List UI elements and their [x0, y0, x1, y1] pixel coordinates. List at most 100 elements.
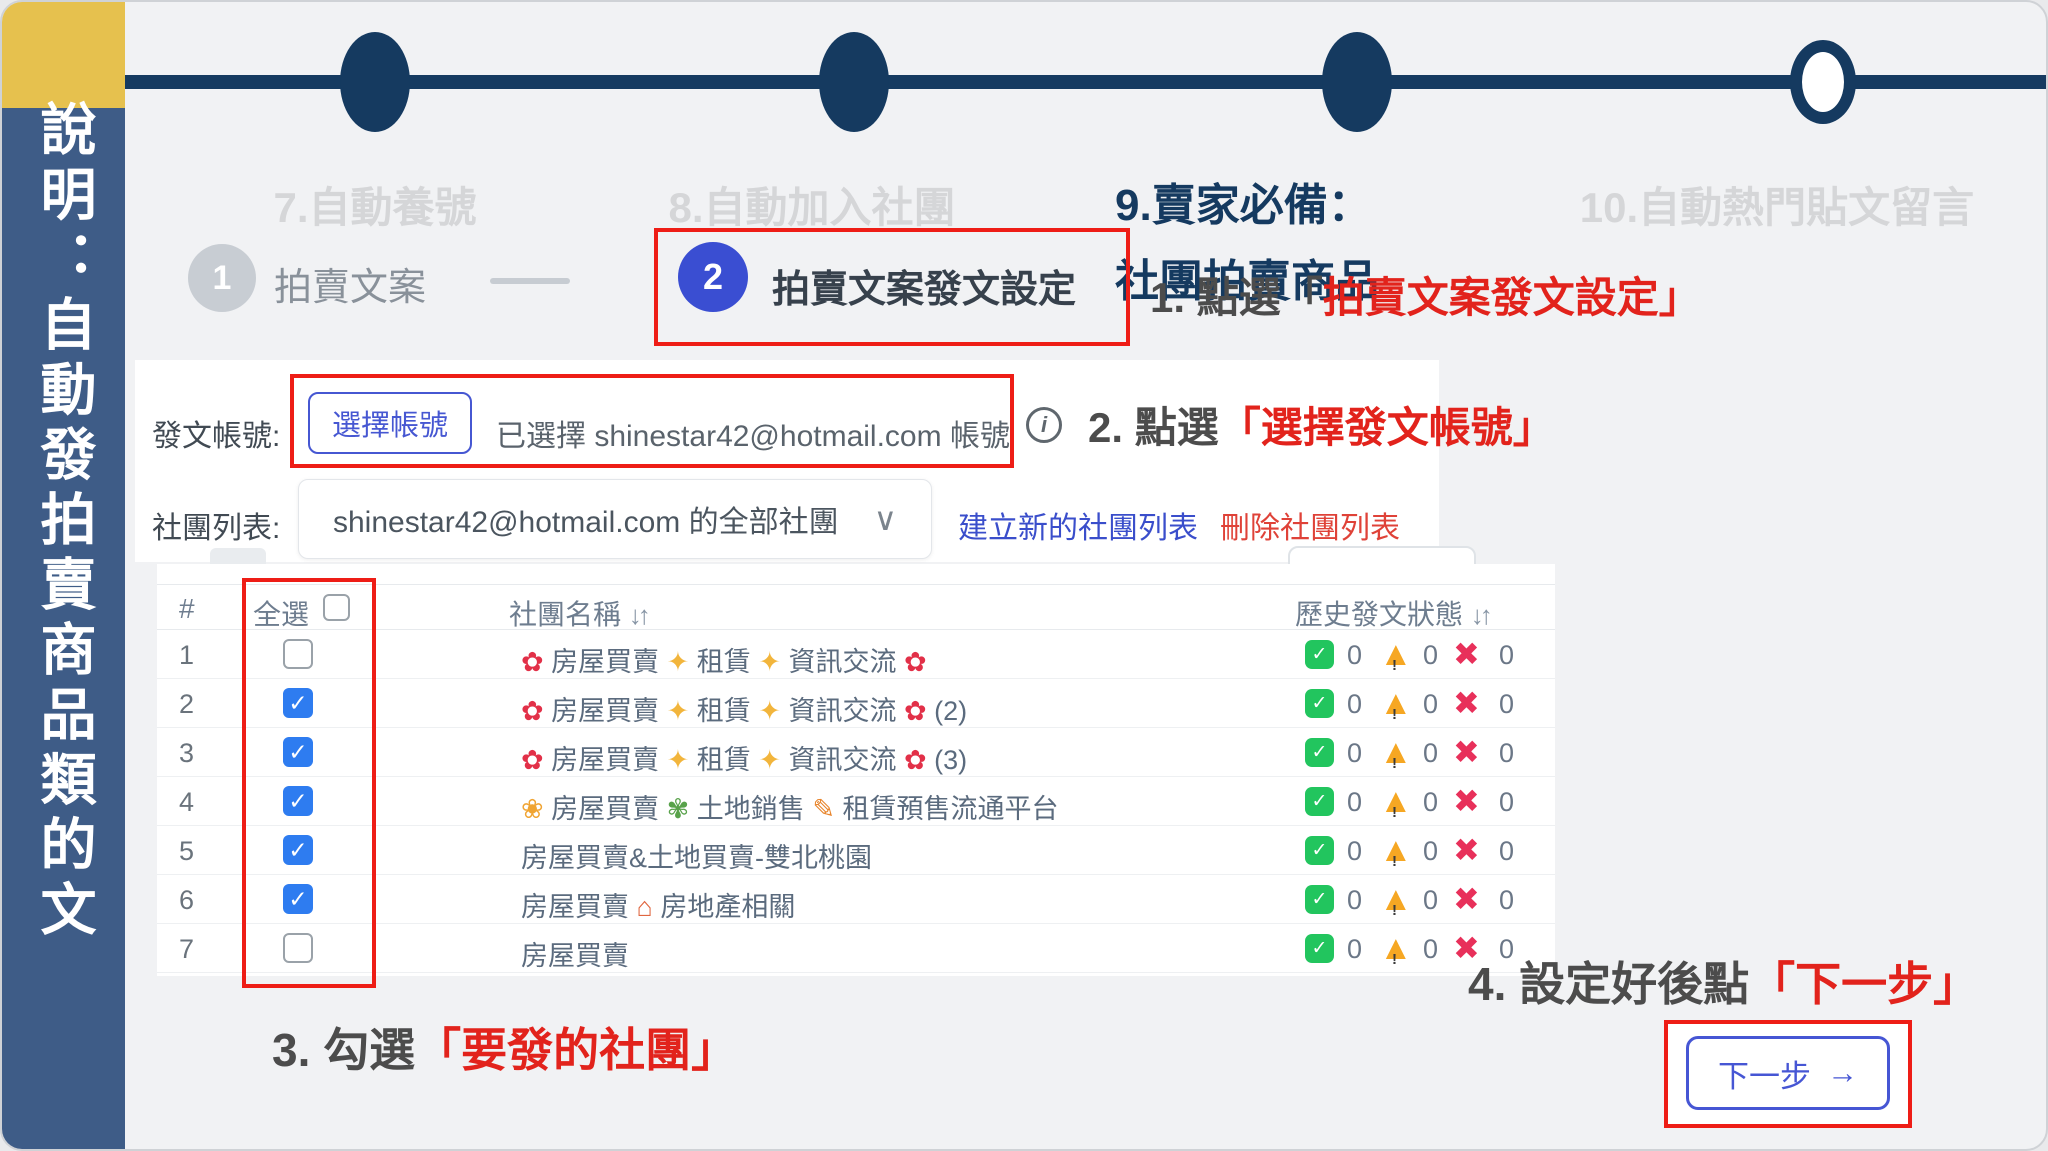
- group-name[interactable]: 房屋買賣 ⌂ 房地產相關: [521, 885, 795, 924]
- success-icon: ✓: [1305, 640, 1334, 669]
- rose-icon: ✿: [904, 745, 927, 775]
- tab-step2-label[interactable]: 拍賣文案發文設定: [772, 258, 1076, 313]
- fail-count: 0: [1499, 885, 1514, 916]
- warning-icon: ▲!: [1379, 879, 1413, 919]
- group-list-dropdown[interactable]: shinestar42@hotmail.com 的全部社團 ∨: [298, 479, 932, 559]
- success-count: 0: [1347, 885, 1362, 916]
- writing-icon: ✎: [812, 794, 835, 824]
- create-list-link[interactable]: 建立新的社團列表: [958, 503, 1198, 547]
- row-index: 2: [179, 689, 194, 720]
- warning-icon: ▲!: [1379, 732, 1413, 772]
- col-index-header: #: [179, 593, 195, 625]
- sparkles-icon: ✦: [667, 647, 690, 677]
- warning-count: 0: [1423, 738, 1438, 769]
- sparkles-icon: ✦: [758, 745, 781, 775]
- tab-step1-label[interactable]: 拍賣文案: [274, 256, 426, 311]
- annotation-1: 1. 點選「拍賣文案發文設定」: [1150, 264, 1701, 325]
- info-icon[interactable]: i: [1026, 407, 1062, 443]
- success-count: 0: [1347, 738, 1362, 769]
- annotation-3: 3. 勾選「要發的社團」: [272, 1014, 737, 1080]
- success-icon: ✓: [1305, 885, 1334, 914]
- delete-list-link[interactable]: 刪除社團列表: [1220, 503, 1400, 547]
- account-label: 發文帳號:: [152, 411, 280, 455]
- fail-count: 0: [1499, 836, 1514, 867]
- warning-icon: ▲!: [1379, 634, 1413, 674]
- highlight-box-checkboxes: [242, 578, 376, 988]
- warning-icon: ▲!: [1379, 781, 1413, 821]
- fail-icon: ✖: [1453, 879, 1480, 919]
- step-label-10: 10.自動熱門貼文留言: [1517, 174, 2037, 235]
- step-dot-7: [340, 32, 410, 132]
- fail-icon: ✖: [1453, 634, 1480, 674]
- tab-step2-circle[interactable]: 2: [678, 242, 748, 312]
- tab-separator: [490, 278, 570, 284]
- fail-icon: ✖: [1453, 830, 1480, 870]
- choose-account-button[interactable]: 選擇帳號: [308, 392, 472, 454]
- group-name[interactable]: ✿ 房屋買賣 ✦ 租賃 ✦ 資訊交流 ✿: [521, 640, 927, 679]
- step-dot-10: [1790, 40, 1856, 124]
- progress-line: [125, 75, 2046, 89]
- group-name[interactable]: 房屋買賣: [521, 934, 629, 973]
- row-index: 6: [179, 885, 194, 916]
- row-index: 4: [179, 787, 194, 818]
- sort-icon: ↓↑: [629, 600, 647, 630]
- warning-count: 0: [1423, 689, 1438, 720]
- col-status-header[interactable]: 歷史發文狀態 ↓↑: [1295, 593, 1489, 633]
- fail-icon: ✖: [1453, 781, 1480, 821]
- annotation-4: 4. 設定好後點「下一步」: [1468, 948, 1979, 1014]
- group-name[interactable]: 房屋買賣&土地買賣-雙北桃園: [521, 836, 872, 875]
- rose-icon: ✿: [904, 696, 927, 726]
- tutorial-slide: 7.自動養號 8.自動加入社團 10.自動熱門貼文留言 9.賣家必備： 社團拍賣…: [0, 0, 2048, 1151]
- warning-icon: ▲!: [1379, 683, 1413, 723]
- rose-icon: ✿: [521, 696, 544, 726]
- house-icon: ⌂: [637, 892, 653, 922]
- row-index: 3: [179, 738, 194, 769]
- sparkles-icon: ✦: [758, 647, 781, 677]
- success-icon: ✓: [1305, 836, 1334, 865]
- warning-count: 0: [1423, 885, 1438, 916]
- step-label-8: 8.自動加入社團: [612, 174, 1012, 235]
- success-count: 0: [1347, 689, 1362, 720]
- rose-icon: ✿: [521, 745, 544, 775]
- annotation-2: 2. 點選「選擇發文帳號」: [1088, 394, 1555, 455]
- group-name[interactable]: ✿ 房屋買賣 ✦ 租賃 ✦ 資訊交流 ✿ (3): [521, 738, 967, 777]
- sprout-icon: ✾: [667, 794, 690, 824]
- tab-step1-number: 1: [213, 259, 232, 298]
- sparkles-icon: ✦: [667, 696, 690, 726]
- sidebar-caption: 說明：自動發拍賣商品類的文: [35, 100, 93, 945]
- sparkles-icon: ✦: [758, 696, 781, 726]
- col-name-header[interactable]: 社團名稱 ↓↑: [509, 593, 647, 633]
- group-list-dropdown-value: shinestar42@hotmail.com 的全部社團: [333, 497, 839, 541]
- fail-icon: ✖: [1453, 683, 1480, 723]
- row-index: 5: [179, 836, 194, 867]
- fail-count: 0: [1499, 738, 1514, 769]
- success-count: 0: [1347, 934, 1362, 965]
- warning-count: 0: [1423, 787, 1438, 818]
- fail-count: 0: [1499, 689, 1514, 720]
- corner-accent: [2, 2, 125, 108]
- warning-icon: ▲!: [1379, 830, 1413, 870]
- arrow-right-icon: →: [1827, 1055, 1858, 1091]
- next-step-label: 下一步: [1718, 1051, 1811, 1096]
- step-dot-9: [1322, 32, 1392, 132]
- warning-icon: ▲!: [1379, 928, 1413, 968]
- success-icon: ✓: [1305, 787, 1334, 816]
- fail-count: 0: [1499, 787, 1514, 818]
- warning-count: 0: [1423, 836, 1438, 867]
- sunflower-icon: ❀: [521, 794, 544, 824]
- fail-count: 0: [1499, 640, 1514, 671]
- exclamation-mark: !: [1392, 940, 1397, 980]
- chevron-down-icon: ∨: [874, 500, 897, 538]
- rose-icon: ✿: [904, 647, 927, 677]
- tab-step2-number: 2: [703, 256, 723, 298]
- group-name[interactable]: ❀ 房屋買賣 ✾ 土地銷售 ✎ 租賃預售流通平台: [521, 787, 1058, 826]
- row-index: 1: [179, 640, 194, 671]
- sort-icon: ↓↑: [1471, 600, 1489, 630]
- warning-count: 0: [1423, 934, 1438, 965]
- group-name[interactable]: ✿ 房屋買賣 ✦ 租賃 ✦ 資訊交流 ✿ (2): [521, 689, 967, 728]
- fail-icon: ✖: [1453, 732, 1480, 772]
- tab-step1-circle[interactable]: 1: [188, 244, 256, 312]
- sparkles-icon: ✦: [667, 745, 690, 775]
- rose-icon: ✿: [521, 647, 544, 677]
- next-step-button[interactable]: 下一步 →: [1686, 1036, 1890, 1110]
